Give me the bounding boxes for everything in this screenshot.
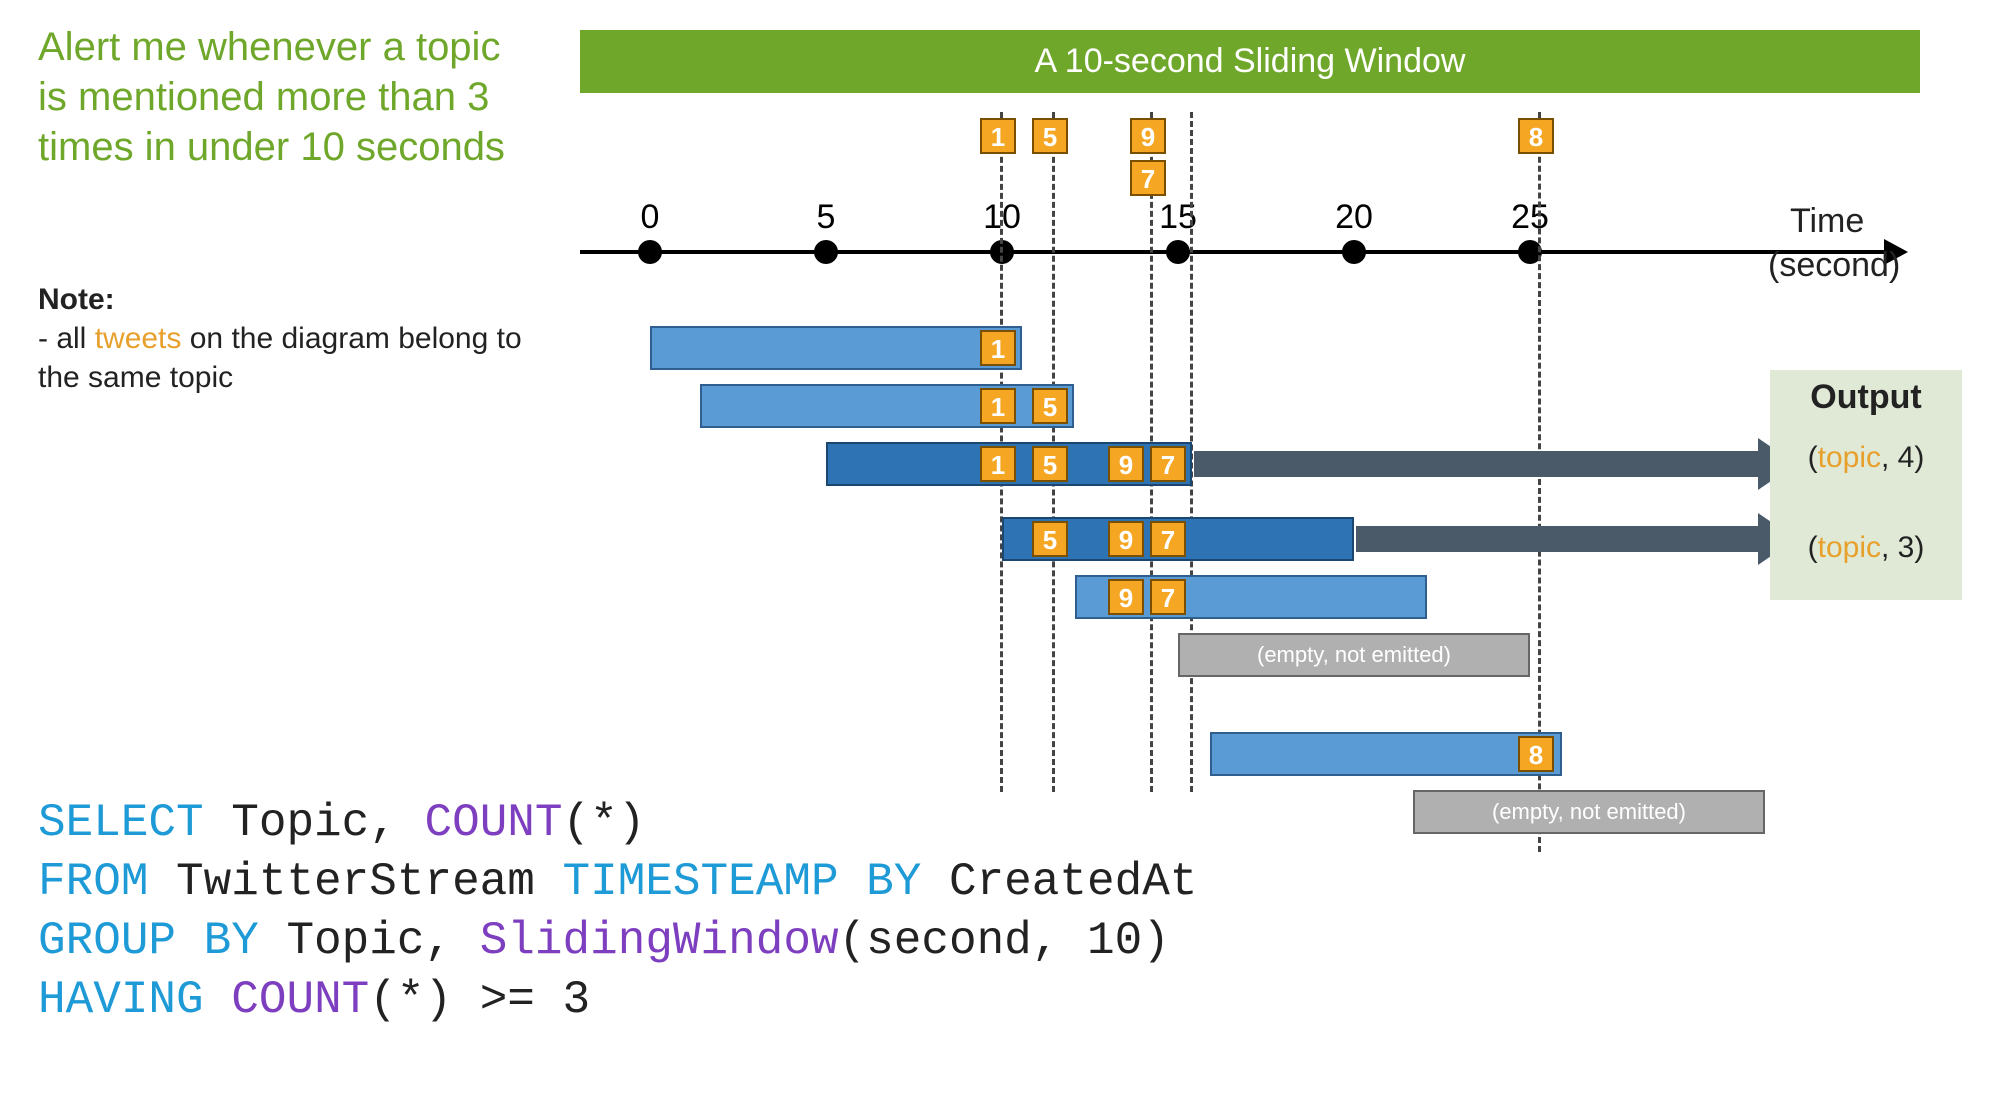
event-token: 5 [1032, 388, 1068, 424]
output-arrow [1194, 451, 1758, 477]
prompt-text: Alert me whenever a topic is mentioned m… [38, 22, 538, 172]
event-token: 9 [1108, 579, 1144, 615]
event-token: 8 [1518, 118, 1554, 154]
output-count: 3 [1898, 531, 1915, 564]
output-title: Output [1770, 370, 1962, 417]
axis-unit: (second) [1768, 246, 1900, 285]
event-token: 7 [1150, 521, 1186, 557]
event-token: 5 [1032, 118, 1068, 154]
axis-tick [1342, 240, 1366, 264]
event-token: 9 [1108, 521, 1144, 557]
note-label: Note [38, 283, 105, 316]
event-token: 7 [1130, 160, 1166, 196]
axis-tick-label: 0 [641, 198, 660, 237]
output-count: 4 [1898, 441, 1915, 474]
output-panel: Output (topic, 4) (topic, 3) [1770, 370, 1962, 600]
time-axis-line [580, 250, 1890, 254]
window-bar [650, 326, 1022, 370]
output-row: (topic, 3) [1770, 531, 1962, 565]
event-token: 7 [1150, 446, 1186, 482]
axis-caption: Time [1790, 202, 1864, 241]
note-prefix: - all [38, 322, 95, 355]
window-bar-empty: (empty, not emitted) [1178, 633, 1530, 677]
output-row: (topic, 4) [1770, 441, 1962, 475]
event-token: 1 [980, 330, 1016, 366]
event-token: 9 [1108, 446, 1144, 482]
axis-tick-label: 20 [1335, 198, 1373, 237]
event-token: 5 [1032, 446, 1068, 482]
event-token: 1 [980, 118, 1016, 154]
event-token: 1 [980, 446, 1016, 482]
axis-tick [814, 240, 838, 264]
axis-tick-label: 25 [1511, 198, 1549, 237]
event-token: 5 [1032, 521, 1068, 557]
note-tweets: tweets [95, 322, 182, 355]
event-token: 9 [1130, 118, 1166, 154]
window-bar-empty: (empty, not emitted) [1413, 790, 1765, 834]
axis-tick [638, 240, 662, 264]
axis-tick-label: 5 [817, 198, 836, 237]
event-token: 1 [980, 388, 1016, 424]
sql-query: SELECT Topic, COUNT(*) FROM TwitterStrea… [38, 794, 1197, 1030]
axis-tick [1166, 240, 1190, 264]
event-token: 7 [1150, 579, 1186, 615]
window-bar [1210, 732, 1562, 776]
window-bar [700, 384, 1074, 428]
event-token: 8 [1518, 736, 1554, 772]
output-topic: topic [1818, 441, 1881, 474]
window-title-bar: A 10-second Sliding Window [580, 30, 1920, 93]
output-topic: topic [1818, 531, 1881, 564]
note-text: Note: - all tweets on the diagram belong… [38, 280, 528, 397]
output-arrow [1356, 526, 1758, 552]
